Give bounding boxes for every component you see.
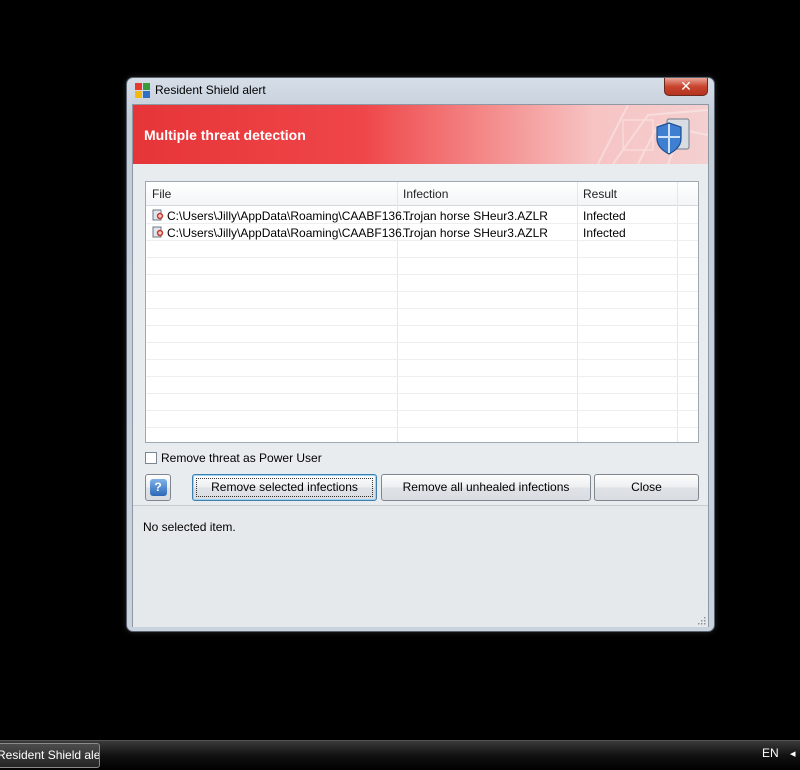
close-label: Close <box>631 480 662 494</box>
column-header-infection[interactable]: Infection <box>403 187 448 201</box>
power-user-checkbox[interactable] <box>145 452 157 464</box>
threat-list[interactable]: File Infection Result C:\Users\Jilly\App… <box>145 181 699 443</box>
taskbar-item-resident-shield[interactable]: Resident Shield alert <box>0 743 100 768</box>
status-panel: No selected item. <box>133 505 708 627</box>
remove-selected-button[interactable]: Remove selected infections <box>192 474 377 501</box>
list-header: File Infection Result <box>146 182 698 206</box>
dialog-content: Multiple threat detection File Infection… <box>132 104 709 627</box>
empty-row <box>146 275 698 292</box>
header-banner: Multiple threat detection <box>133 105 708 164</box>
title-bar[interactable]: Resident Shield alert ✕ <box>127 78 714 104</box>
help-icon: ? <box>149 479 167 496</box>
column-header-file[interactable]: File <box>152 187 171 201</box>
close-button[interactable]: Close <box>594 474 699 501</box>
empty-row <box>146 360 698 377</box>
infection-name: Trojan horse SHeur3.AZLR <box>403 209 548 223</box>
resize-grip-icon[interactable] <box>696 615 706 625</box>
status-text: No selected item. <box>143 520 236 534</box>
empty-row <box>146 326 698 343</box>
remove-all-label: Remove all unhealed infections <box>402 480 570 494</box>
shield-icon <box>656 118 690 155</box>
file-path: C:\Users\Jilly\AppData\Roaming\CAABF136.… <box>167 226 412 240</box>
banner-title: Multiple threat detection <box>144 127 306 143</box>
avg-logo-icon <box>135 83 150 98</box>
empty-row <box>146 394 698 411</box>
taskbar: Resident Shield alert EN ◂ <box>0 740 800 770</box>
empty-row <box>146 428 698 442</box>
window-title: Resident Shield alert <box>155 83 266 97</box>
infected-file-icon <box>152 226 164 238</box>
empty-row <box>146 241 698 258</box>
infected-file-icon <box>152 209 164 221</box>
language-indicator[interactable]: EN <box>762 746 779 760</box>
table-row[interactable]: C:\Users\Jilly\AppData\Roaming\CAABF136.… <box>146 207 698 224</box>
close-icon: ✕ <box>680 78 692 94</box>
result-status: Infected <box>583 209 626 223</box>
result-status: Infected <box>583 226 626 240</box>
remove-all-button[interactable]: Remove all unhealed infections <box>381 474 591 501</box>
window-close-button[interactable]: ✕ <box>664 78 708 96</box>
empty-row <box>146 411 698 428</box>
column-header-result[interactable]: Result <box>583 187 617 201</box>
help-button[interactable]: ? <box>145 474 171 501</box>
tray-expand-icon[interactable]: ◂ <box>790 747 796 760</box>
alert-window: Resident Shield alert ✕ Multiple threat … <box>126 77 715 632</box>
power-user-label[interactable]: Remove threat as Power User <box>161 451 322 465</box>
empty-row <box>146 292 698 309</box>
file-path: C:\Users\Jilly\AppData\Roaming\CAABF136.… <box>167 209 412 223</box>
empty-row <box>146 258 698 275</box>
empty-row <box>146 377 698 394</box>
table-row[interactable]: C:\Users\Jilly\AppData\Roaming\CAABF136.… <box>146 224 698 241</box>
empty-row <box>146 309 698 326</box>
focus-ring <box>196 478 373 497</box>
empty-row <box>146 343 698 360</box>
infection-name: Trojan horse SHeur3.AZLR <box>403 226 548 240</box>
